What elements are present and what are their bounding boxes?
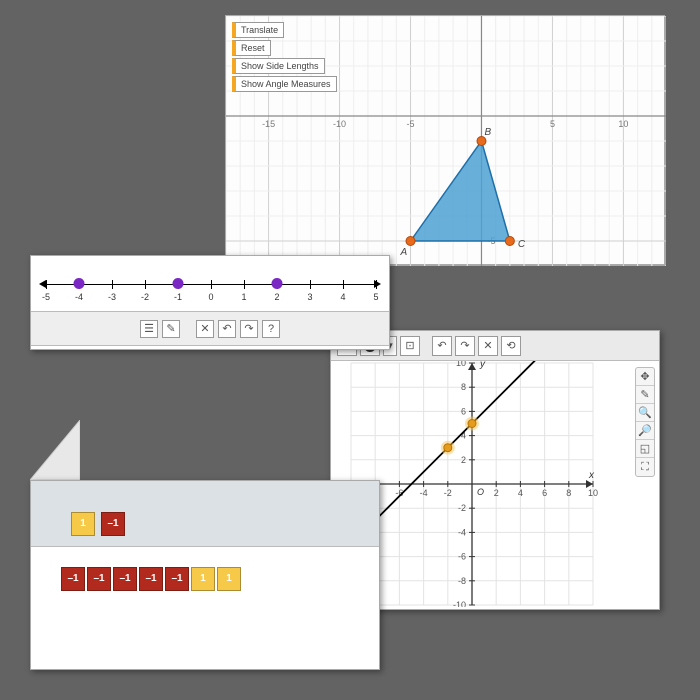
svg-text:6: 6 — [461, 406, 466, 416]
svg-text:-5: -5 — [407, 119, 415, 129]
svg-text:O: O — [477, 487, 484, 497]
svg-text:A: A — [400, 247, 408, 258]
pencil-tool-button[interactable]: ✎ — [636, 386, 654, 404]
tile-neg[interactable]: –1 — [139, 567, 163, 591]
tick--3 — [112, 280, 113, 289]
algebra-tiles-panel: 1–1 –1–1–1–1–111 — [30, 480, 380, 670]
svg-text:-6: -6 — [458, 552, 466, 562]
eraser-tool-button[interactable]: ✎ — [162, 320, 180, 338]
palette-tile-neg[interactable]: –1 — [101, 512, 125, 536]
tile-pos[interactable]: 1 — [217, 567, 241, 591]
show-side-lengths-button[interactable]: Show Side Lengths — [232, 58, 325, 74]
redo-button[interactable]: ↷ — [455, 336, 475, 356]
reset-button[interactable]: ⟲ — [501, 336, 521, 356]
reset-button[interactable]: Reset — [232, 40, 271, 56]
help-button[interactable]: ? — [262, 320, 280, 338]
move-tool-button[interactable]: ✥ — [636, 368, 654, 386]
tick-label-2: 2 — [274, 292, 279, 302]
svg-text:-10: -10 — [453, 600, 466, 607]
tick-0 — [211, 280, 212, 289]
svg-text:4: 4 — [518, 488, 523, 498]
point--1[interactable] — [173, 278, 184, 289]
tile-neg[interactable]: –1 — [165, 567, 189, 591]
svg-text:-4: -4 — [420, 488, 428, 498]
graph-area[interactable]: -10-8-6-4-2246810-10-8-6-4-2246810 x y O… — [331, 361, 659, 607]
palette-tile-pos[interactable]: 1 — [71, 512, 95, 536]
graph-side-toolbar: ✥ ✎ 🔍 🔎 ◱ ⛶ — [635, 367, 655, 477]
tile-neg[interactable]: –1 — [87, 567, 111, 591]
redo-button[interactable]: ↷ — [240, 320, 258, 338]
svg-text:2: 2 — [494, 488, 499, 498]
svg-text:-4: -4 — [458, 527, 466, 537]
svg-text:-15: -15 — [262, 119, 275, 129]
svg-text:10: 10 — [618, 119, 628, 129]
tick-4 — [343, 280, 344, 289]
svg-text:x: x — [588, 470, 595, 481]
undo-button[interactable]: ↶ — [218, 320, 236, 338]
svg-text:-2: -2 — [444, 488, 452, 498]
svg-text:8: 8 — [566, 488, 571, 498]
svg-text:-2: -2 — [458, 503, 466, 513]
delete-button[interactable]: ✕ — [196, 320, 214, 338]
number-line-panel: -5 -4 -3 -2 -1 0 1 2 3 4 5 ☰ ✎ ✕ ↶ ↷ ? — [30, 255, 390, 350]
tick-label--4: -4 — [75, 292, 83, 302]
triangle-grid-svg: -15-10-5510-5 ABC — [226, 16, 666, 266]
translate-button[interactable]: Translate — [232, 22, 284, 38]
zoom-out-button[interactable]: 🔎 — [636, 422, 654, 440]
svg-text:C: C — [518, 239, 526, 250]
number-line-toolbar: ☰ ✎ ✕ ↶ ↷ ? — [31, 311, 389, 346]
tile-pos[interactable]: 1 — [191, 567, 215, 591]
svg-text:B: B — [484, 127, 491, 138]
tile-neg[interactable]: –1 — [113, 567, 137, 591]
svg-text:10: 10 — [588, 488, 598, 498]
number-line — [46, 284, 374, 285]
tick-1 — [244, 280, 245, 289]
tiles-workspace[interactable]: –1–1–1–1–111 — [31, 547, 379, 669]
fullscreen-button[interactable]: ⛶ — [636, 458, 654, 476]
svg-text:-8: -8 — [458, 576, 466, 586]
tick-label--2: -2 — [141, 292, 149, 302]
tick-label-1: 1 — [241, 292, 246, 302]
tick-label--5: -5 — [42, 292, 50, 302]
tick-label-5: 5 — [373, 292, 378, 302]
label-tool-button[interactable]: ⊡ — [400, 336, 420, 356]
tile-neg[interactable]: –1 — [61, 567, 85, 591]
tick-5 — [376, 280, 377, 289]
arrow-left-icon — [39, 280, 46, 288]
triangle-grid-panel: -15-10-5510-5 ABC TranslateResetShow Sid… — [225, 15, 665, 265]
svg-text:5: 5 — [550, 119, 555, 129]
delete-button[interactable]: ✕ — [478, 336, 498, 356]
tick-label-4: 4 — [340, 292, 345, 302]
tiles-palette: 1–1 — [31, 481, 379, 547]
svg-text:10: 10 — [456, 361, 466, 368]
svg-text:6: 6 — [542, 488, 547, 498]
svg-text:-10: -10 — [333, 119, 346, 129]
show-angle-measures-button[interactable]: Show Angle Measures — [232, 76, 337, 92]
point--4[interactable] — [74, 278, 85, 289]
svg-text:y: y — [479, 361, 486, 370]
zoom-fit-button[interactable]: ◱ — [636, 440, 654, 458]
point-2[interactable] — [272, 278, 283, 289]
zoom-in-button[interactable]: 🔍 — [636, 404, 654, 422]
tick-label--3: -3 — [108, 292, 116, 302]
undo-button[interactable]: ↶ — [432, 336, 452, 356]
tick-label-0: 0 — [208, 292, 213, 302]
svg-text:2: 2 — [461, 455, 466, 465]
pan-tool-button[interactable]: ☰ — [140, 320, 158, 338]
tick-label-3: 3 — [307, 292, 312, 302]
tick--5 — [46, 280, 47, 289]
tick-3 — [310, 280, 311, 289]
number-line-area[interactable]: -5 -4 -3 -2 -1 0 1 2 3 4 5 — [31, 256, 389, 311]
tick--2 — [145, 280, 146, 289]
tick-label--1: -1 — [174, 292, 182, 302]
svg-text:8: 8 — [461, 382, 466, 392]
